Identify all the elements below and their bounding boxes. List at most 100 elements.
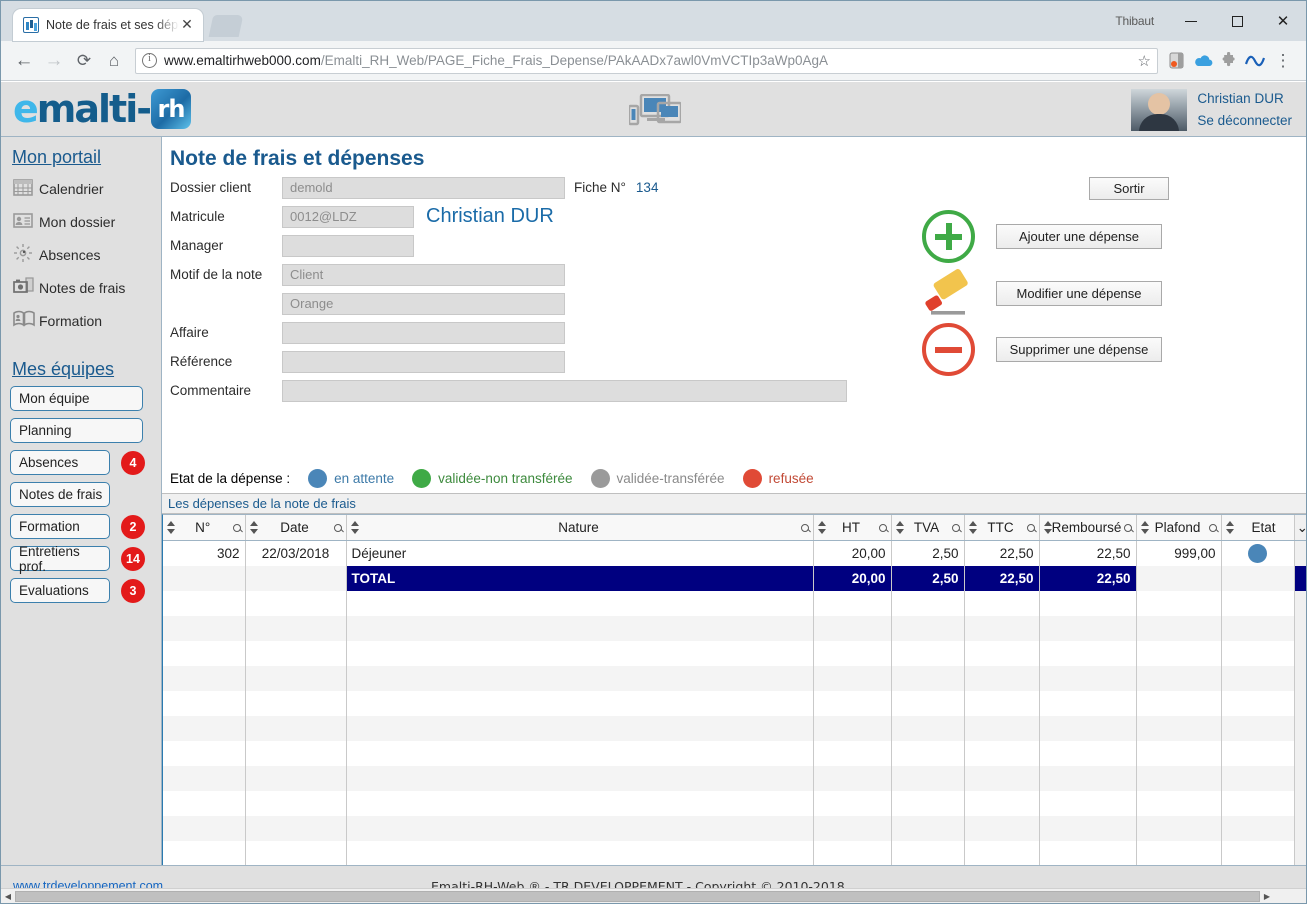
horizontal-scrollbar[interactable]: ◀ ▶	[1, 888, 1306, 903]
table-row-empty[interactable]	[163, 690, 1306, 716]
reference-input[interactable]	[282, 350, 565, 373]
close-icon[interactable]: ✕	[179, 17, 195, 33]
plus-circle-icon[interactable]	[922, 210, 975, 263]
sidebar-item-notes-de-frais[interactable]: Notes de frais	[1, 271, 161, 304]
wave-extension-icon[interactable]	[1242, 46, 1268, 76]
table-row-empty[interactable]	[163, 765, 1306, 791]
pocket-extension-icon[interactable]	[1164, 46, 1190, 76]
sidebar-item-absences[interactable]: Absences	[1, 238, 161, 271]
cloud-extension-icon[interactable]	[1190, 46, 1216, 76]
table-row-empty[interactable]	[163, 590, 1306, 616]
sidebar-portal-title[interactable]: Mon portail	[12, 147, 161, 168]
motif-input[interactable]: Client	[282, 263, 565, 286]
sidebar-item-mon-dossier[interactable]: Mon dossier	[1, 205, 161, 238]
table-row-empty[interactable]	[163, 740, 1306, 766]
site-info-icon[interactable]	[142, 52, 157, 68]
puzzle-extension-icon[interactable]	[1216, 46, 1242, 76]
manager-input[interactable]	[282, 234, 414, 257]
col-header-ht[interactable]: HT	[813, 515, 892, 541]
delete-expense-button[interactable]: Supprimer une dépense	[996, 337, 1162, 362]
close-window-button[interactable]: ✕	[1260, 5, 1306, 37]
col-header-ttc[interactable]: TTC	[964, 515, 1040, 541]
scroll-right-arrow[interactable]: ▶	[1260, 892, 1274, 901]
browser-menu-icon[interactable]: ⋮	[1268, 46, 1298, 76]
table-row-empty[interactable]	[163, 640, 1306, 666]
table-row-empty[interactable]	[163, 840, 1306, 866]
sort-icon[interactable]	[1042, 515, 1052, 540]
sort-icon[interactable]	[816, 515, 826, 540]
sort-icon[interactable]	[1224, 515, 1234, 540]
chevron-down-icon[interactable]: ⌄	[1294, 515, 1306, 541]
col-header-etat[interactable]: Etat	[1221, 515, 1295, 541]
new-tab-button[interactable]	[208, 15, 244, 37]
browser-window: Note de frais et ses dépe ✕ Thibaut ✕ ← …	[0, 0, 1307, 904]
affaire-input[interactable]	[282, 321, 565, 344]
home-icon[interactable]: ⌂	[99, 46, 129, 76]
sidebar-item-formation[interactable]: Formation	[1, 304, 161, 337]
search-icon[interactable]	[1122, 515, 1136, 540]
search-icon[interactable]	[1207, 515, 1221, 540]
add-expense-button[interactable]: Ajouter une dépense	[996, 224, 1162, 249]
team-button-evaluations[interactable]: Evaluations	[10, 578, 110, 603]
responsive-devices-icon[interactable]	[627, 93, 683, 131]
table-row-empty[interactable]	[163, 715, 1306, 741]
sortir-button[interactable]: Sortir	[1089, 177, 1169, 200]
sidebar-teams-title[interactable]: Mes équipes	[12, 359, 161, 380]
edit-expense-button[interactable]: Modifier une dépense	[996, 281, 1162, 306]
table-row[interactable]: 302 22/03/2018 Déjeuner 20,00 2,50 22,50 22,50…	[163, 540, 1306, 566]
sort-icon[interactable]	[967, 515, 977, 540]
sort-icon[interactable]	[349, 515, 359, 540]
sort-icon[interactable]	[248, 515, 258, 540]
browser-tab[interactable]: Note de frais et ses dépe ✕	[13, 9, 203, 41]
col-header-plafond[interactable]: Plafond	[1136, 515, 1222, 541]
search-icon[interactable]	[799, 515, 813, 540]
team-button-formation[interactable]: Formation	[10, 514, 110, 539]
scroll-thumb[interactable]	[15, 890, 1260, 902]
address-bar[interactable]: www.emaltirhweb000.com/Emalti_RH_Web/PAG…	[135, 47, 1158, 74]
minimize-button[interactable]	[1168, 5, 1214, 37]
browser-toolbar: ← → ⟳ ⌂ www.emaltirhweb000.com/Emalti_RH…	[1, 41, 1306, 81]
team-button-planning[interactable]: Planning	[10, 418, 143, 443]
col-header-numero[interactable]: N°	[163, 515, 246, 541]
back-icon[interactable]: ←	[9, 46, 39, 76]
col-header-tva[interactable]: TVA	[891, 515, 965, 541]
dossier-client-input[interactable]: demold	[282, 176, 565, 199]
bookmark-star-icon[interactable]: ☆	[1138, 52, 1151, 70]
table-row-empty[interactable]	[163, 815, 1306, 841]
table-row-empty[interactable]	[163, 615, 1306, 641]
scroll-left-arrow[interactable]: ◀	[1, 892, 15, 901]
sort-icon[interactable]	[165, 515, 175, 540]
cell-date: 22/03/2018	[245, 540, 347, 566]
search-icon[interactable]	[1025, 515, 1039, 540]
logout-link[interactable]: Se déconnecter	[1197, 110, 1292, 132]
user-name[interactable]: Christian DUR	[1197, 88, 1292, 110]
search-icon[interactable]	[332, 515, 346, 540]
search-icon[interactable]	[231, 515, 245, 540]
page-title: Note de frais et dépenses	[170, 147, 425, 170]
minus-circle-icon[interactable]	[922, 323, 975, 376]
table-row-empty[interactable]	[163, 790, 1306, 816]
col-header-nature[interactable]: Nature	[346, 515, 814, 541]
sidebar-label: Mon dossier	[39, 213, 116, 230]
eraser-icon[interactable]	[922, 267, 975, 320]
search-icon[interactable]	[877, 515, 891, 540]
sidebar-item-calendrier[interactable]: Calendrier	[1, 172, 161, 205]
reload-icon[interactable]: ⟳	[69, 46, 99, 76]
commentaire-input[interactable]	[282, 379, 847, 402]
team-button-entretiens-prof[interactable]: Entretiens prof.	[10, 544, 110, 574]
sort-icon[interactable]	[894, 515, 904, 540]
motif-detail-input[interactable]: Orange	[282, 292, 565, 315]
matricule-input[interactable]: 0012@LDZ	[282, 205, 414, 228]
team-button-mon-equipe[interactable]: Mon équipe	[10, 386, 143, 411]
col-header-date[interactable]: Date	[245, 515, 347, 541]
sort-icon[interactable]	[1139, 515, 1149, 540]
maximize-button[interactable]	[1214, 5, 1260, 37]
forward-icon[interactable]: →	[39, 46, 69, 76]
team-button-notes-de-frais[interactable]: Notes de frais	[10, 482, 110, 507]
search-icon[interactable]	[950, 515, 964, 540]
app-logo[interactable]: emalti- rh	[13, 87, 192, 131]
table-row-empty[interactable]	[163, 665, 1306, 691]
profile-name[interactable]: Thibaut	[1115, 14, 1154, 28]
team-button-absences[interactable]: Absences	[10, 450, 110, 475]
col-header-rembourse[interactable]: Remboursé	[1039, 515, 1137, 541]
